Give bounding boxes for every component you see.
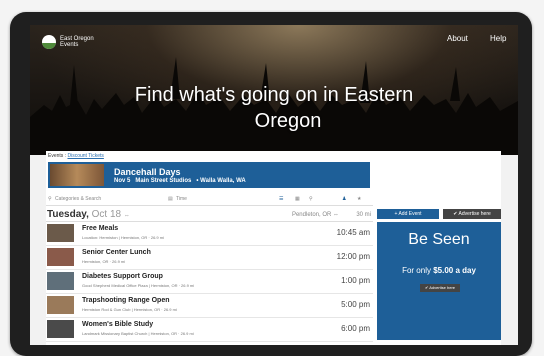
- calendar-icon: ▤: [168, 196, 173, 202]
- event-thumbnail[interactable]: [47, 320, 74, 338]
- ad-price-prefix: For only: [402, 266, 434, 275]
- star-icon[interactable]: ★: [357, 196, 361, 202]
- featured-event-meta: Nov 5 Main Street Studios • Walla Walla,…: [114, 178, 246, 184]
- date-arrow-icon: ⇔: [123, 213, 130, 219]
- day-label[interactable]: Tuesday, Oct 18 ⇔: [47, 209, 130, 220]
- filter-bar: ⚲ Categories & Search ▤ Time ☰ ▦ ⚲ ♟ ★: [46, 193, 373, 206]
- nav-help[interactable]: Help: [490, 34, 506, 43]
- event-time: 12:00 pm: [336, 252, 370, 261]
- ad-advertise-button[interactable]: ✔ Advertise here: [420, 284, 460, 292]
- event-row[interactable]: Senior Center Lunch Hermiston, OR · 26.9 …: [46, 246, 373, 270]
- discount-tickets-link[interactable]: Discount Tickets: [67, 153, 103, 159]
- event-location: Hermiston, OR · 26.9 mi: [82, 259, 126, 264]
- hero-title-line1: Find what's going on in Eastern: [134, 84, 414, 106]
- featured-event-city: Walla Walla, WA: [200, 178, 246, 184]
- location-selector[interactable]: Pendleton, OR ⇔: [292, 212, 339, 218]
- events-panel: Events : Discount Tickets Dancehall Days…: [46, 151, 501, 345]
- nav-about[interactable]: About: [447, 34, 468, 43]
- event-title[interactable]: Free Meals: [82, 225, 118, 232]
- featured-event-venue: Main Street Studios: [135, 178, 192, 184]
- event-thumbnail[interactable]: [47, 296, 74, 314]
- grid-view-icon[interactable]: ▦: [295, 196, 300, 202]
- event-title[interactable]: Women's Bible Study: [82, 321, 153, 328]
- time-filter[interactable]: Time: [176, 196, 187, 202]
- event-time: 6:00 pm: [341, 324, 370, 333]
- ad-price-text: For only $5.00 a day: [377, 266, 501, 275]
- featured-event-name: Dancehall Days: [114, 167, 181, 177]
- event-thumbnail[interactable]: [47, 248, 74, 266]
- hero-title-line2: Oregon: [254, 110, 322, 132]
- advertisement-box: Be Seen For only $5.00 a day ✔ Advertise…: [377, 222, 501, 340]
- event-time: 1:00 pm: [341, 276, 370, 285]
- event-time: 10:45 am: [336, 228, 370, 237]
- user-icon[interactable]: ♟: [342, 196, 346, 202]
- sidebar: + Add Event ✔ Advertise here Be Seen For…: [377, 209, 501, 345]
- event-time: 5:00 pm: [341, 300, 370, 309]
- breadcrumb: Events : Discount Tickets: [48, 153, 104, 159]
- advertise-button[interactable]: ✔ Advertise here: [443, 209, 501, 219]
- event-row[interactable]: Women's Bible Study Landmark Missionary B…: [46, 318, 373, 342]
- event-location: Location: Hermiston | Hermiston, OR · 26…: [82, 235, 164, 240]
- logo-text-line2: Events: [60, 42, 79, 48]
- ad-price: $5.00 a day: [433, 266, 476, 275]
- category-search-input[interactable]: Categories & Search: [55, 196, 101, 202]
- featured-event-separator: •: [196, 178, 199, 184]
- map-pin-icon[interactable]: ⚲: [309, 196, 313, 202]
- event-row[interactable]: Diabetes Support Group Good Shepherd Medi…: [46, 270, 373, 294]
- ad-title: Be Seen: [408, 231, 470, 248]
- featured-event-image: [50, 164, 104, 186]
- date-header: Tuesday, Oct 18 ⇔ Pendleton, OR ⇔ 30 mi: [46, 207, 373, 222]
- add-event-button[interactable]: + Add Event: [377, 209, 439, 219]
- radius-selector[interactable]: 30 mi: [356, 212, 371, 218]
- featured-event-date: Nov 5: [114, 178, 131, 184]
- search-icon: ⚲: [48, 196, 52, 202]
- event-row[interactable]: Trapshooting Range Open Hermiston Rod & G…: [46, 294, 373, 318]
- weekday: Tuesday,: [47, 209, 89, 220]
- event-thumbnail[interactable]: [47, 272, 74, 290]
- breadcrumb-section[interactable]: Events: [48, 153, 63, 159]
- logo-icon: [42, 35, 56, 49]
- event-title[interactable]: Trapshooting Range Open: [82, 297, 170, 304]
- event-location: Good Shepherd Medical Office Plaza | Her…: [82, 283, 195, 288]
- event-title[interactable]: Diabetes Support Group: [82, 273, 163, 280]
- hero-banner: East Oregon Events About Help Find what'…: [30, 25, 518, 155]
- event-row[interactable]: Free Meals Location: Hermiston | Hermisto…: [46, 222, 373, 246]
- featured-event-banner[interactable]: Dancehall Days Nov 5 Main Street Studios…: [48, 162, 370, 188]
- event-location: Hermiston Rod & Gun Club | Hermiston, OR…: [82, 307, 177, 312]
- event-title[interactable]: Senior Center Lunch: [82, 249, 151, 256]
- browser-screen: East Oregon Events About Help Find what'…: [30, 25, 518, 345]
- hero-title: Find what's going on in Eastern Oregon: [30, 82, 518, 134]
- list-view-icon[interactable]: ☰: [279, 196, 283, 202]
- event-location: Landmark Missionary Baptist Church | Her…: [82, 331, 194, 336]
- event-thumbnail[interactable]: [47, 224, 74, 242]
- date-text: Oct 18: [91, 209, 122, 220]
- site-logo[interactable]: East Oregon Events: [42, 35, 94, 49]
